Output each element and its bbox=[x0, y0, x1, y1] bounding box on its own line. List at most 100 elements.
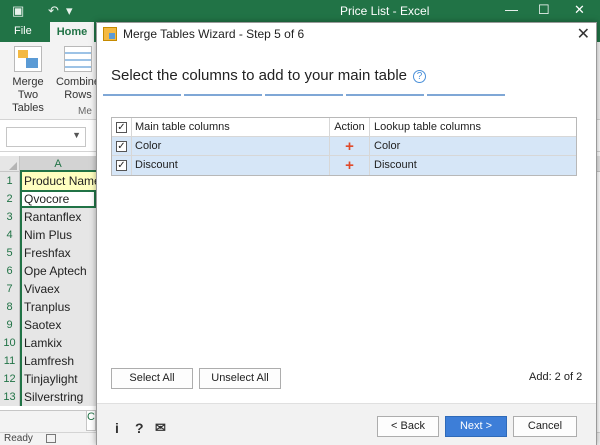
step-heading-text: Select the columns to add to your main t… bbox=[111, 67, 408, 84]
tab-file[interactable]: File bbox=[14, 25, 32, 37]
cell[interactable]: Rantanflex bbox=[20, 208, 96, 226]
save-icon[interactable]: ▣ bbox=[12, 3, 24, 19]
worksheet-row: 4 Nim Plus bbox=[0, 226, 96, 244]
column-header-a[interactable]: A bbox=[20, 156, 96, 172]
cell[interactable]: Ope Aptech bbox=[20, 262, 96, 280]
main-column-cell: Color bbox=[132, 137, 330, 156]
row-number[interactable]: 2 bbox=[0, 190, 20, 208]
restore-icon[interactable]: ☐ bbox=[538, 2, 550, 18]
row-number[interactable]: 13 bbox=[0, 388, 20, 406]
select-all-checkbox[interactable]: ✓ bbox=[116, 122, 127, 133]
column-mapping-row[interactable]: ✓ Discount + Discount bbox=[112, 156, 576, 175]
grid-header-row: ✓ Main table columns Action Lookup table… bbox=[112, 118, 576, 137]
sheet-tab[interactable]: C bbox=[86, 411, 96, 431]
status-text: Ready bbox=[4, 433, 33, 444]
name-box[interactable]: ▼ bbox=[6, 127, 86, 147]
worksheet-row: 13 Silverstring bbox=[0, 388, 96, 406]
window-title: Price List - Excel bbox=[340, 4, 430, 18]
ribbon-group-label: Me bbox=[78, 106, 92, 117]
header-action: Action bbox=[330, 118, 370, 137]
cell[interactable]: Lamkix bbox=[20, 334, 96, 352]
add-action-icon[interactable]: + bbox=[345, 138, 354, 155]
grid-body: ✓ Color + Color ✓ Discount + Discount bbox=[112, 137, 576, 175]
row-number[interactable]: 11 bbox=[0, 352, 20, 370]
cell[interactable]: Qvocore bbox=[20, 190, 96, 208]
cell[interactable]: Tranplus bbox=[20, 298, 96, 316]
two-tables-label: Two Tables bbox=[12, 89, 44, 114]
chevron-down-icon[interactable]: ▼ bbox=[72, 130, 81, 140]
question-icon[interactable]: ? bbox=[135, 420, 144, 436]
row-number[interactable]: 7 bbox=[0, 280, 20, 298]
row-number[interactable]: 4 bbox=[0, 226, 20, 244]
cell[interactable]: Freshfax bbox=[20, 244, 96, 262]
worksheet-rows: 1 Product Name 2 Qvocore 3 Rantanflex 4 Nim Plu… bbox=[0, 172, 96, 406]
merge-tables-dialog: Merge Tables Wizard - Step 5 of 6 ✕ Sele… bbox=[96, 22, 597, 445]
select-all-corner[interactable] bbox=[0, 156, 20, 172]
cell[interactable]: Tinjaylight bbox=[20, 370, 96, 388]
close-icon[interactable]: ✕ bbox=[574, 2, 585, 18]
cell[interactable]: Saotex bbox=[20, 316, 96, 334]
merge-label: Merge bbox=[12, 76, 44, 88]
worksheet-row: 10 Lamkix bbox=[0, 334, 96, 352]
worksheet-row: 11 Lamfresh bbox=[0, 352, 96, 370]
row-number[interactable]: 9 bbox=[0, 316, 20, 334]
worksheet-row: 5 Freshfax bbox=[0, 244, 96, 262]
macro-record-icon[interactable] bbox=[46, 434, 56, 443]
row-number[interactable]: 3 bbox=[0, 208, 20, 226]
sheet-tabs-area: C bbox=[0, 410, 96, 432]
row-number[interactable]: 5 bbox=[0, 244, 20, 262]
worksheet-row: 12 Tinjaylight bbox=[0, 370, 96, 388]
row-number[interactable]: 12 bbox=[0, 370, 20, 388]
undo-icon[interactable]: ↶ bbox=[48, 3, 59, 19]
merge-tables-icon bbox=[14, 46, 42, 72]
dialog-footer: i ? ✉ < Back Next > Cancel bbox=[97, 403, 596, 445]
merge-tables-app-icon bbox=[103, 27, 117, 41]
lookup-column-cell[interactable]: Color bbox=[370, 137, 576, 156]
row-number[interactable]: 1 bbox=[0, 172, 20, 190]
lookup-column-cell[interactable]: Discount bbox=[370, 156, 576, 175]
row-number[interactable]: 8 bbox=[0, 298, 20, 316]
excel-titlebar: ▣ ↶ ▾ Price List - Excel — ☐ ✕ bbox=[0, 0, 600, 22]
worksheet-row: 2 Qvocore bbox=[0, 190, 96, 208]
dialog-title: Merge Tables Wizard - Step 5 of 6 bbox=[123, 27, 305, 41]
cancel-button[interactable]: Cancel bbox=[513, 416, 577, 437]
dialog-titlebar: Merge Tables Wizard - Step 5 of 6 ✕ bbox=[97, 23, 596, 45]
cell[interactable]: Vivaex bbox=[20, 280, 96, 298]
minimize-icon[interactable]: — bbox=[505, 2, 518, 17]
back-button[interactable]: < Back bbox=[377, 416, 439, 437]
worksheet-row: 9 Saotex bbox=[0, 316, 96, 334]
next-button[interactable]: Next > bbox=[445, 416, 507, 437]
header-main-columns: Main table columns bbox=[132, 118, 330, 137]
help-icon[interactable]: ? bbox=[413, 70, 427, 83]
info-icon[interactable]: i bbox=[115, 420, 119, 436]
row-checkbox[interactable]: ✓ bbox=[116, 160, 127, 171]
unselect-all-button[interactable]: Unselect All bbox=[199, 368, 281, 389]
add-count-label: Add: 2 of 2 bbox=[529, 371, 583, 383]
select-all-button[interactable]: Select All bbox=[111, 368, 193, 389]
progress-step-segment bbox=[265, 94, 343, 96]
cell[interactable]: Lamfresh bbox=[20, 352, 96, 370]
dialog-close-icon[interactable]: ✕ bbox=[577, 24, 590, 44]
merge-two-tables-button[interactable]: Merge Two Tables bbox=[2, 46, 54, 115]
step-heading: Select the columns to add to your main t… bbox=[111, 67, 427, 84]
add-action-icon[interactable]: + bbox=[345, 157, 354, 174]
column-mapping-row[interactable]: ✓ Color + Color bbox=[112, 137, 576, 156]
header-lookup-columns: Lookup table columns bbox=[374, 121, 482, 133]
progress-step-segment bbox=[346, 94, 424, 96]
cell[interactable]: Silverstring bbox=[20, 388, 96, 406]
worksheet-row: 3 Rantanflex bbox=[0, 208, 96, 226]
row-number[interactable]: 10 bbox=[0, 334, 20, 352]
tab-home[interactable]: Home bbox=[50, 22, 94, 42]
columns-grid: ✓ Main table columns Action Lookup table… bbox=[111, 117, 577, 176]
row-number[interactable]: 6 bbox=[0, 262, 20, 280]
progress-step-segment bbox=[184, 94, 262, 96]
progress-step-segment bbox=[103, 94, 181, 96]
mail-icon[interactable]: ✉ bbox=[155, 420, 166, 436]
cell[interactable]: Product Name bbox=[20, 172, 96, 190]
combine-rows-icon bbox=[64, 46, 92, 72]
undo-dropdown-icon[interactable]: ▾ bbox=[66, 3, 73, 19]
worksheet-row: 6 Ope Aptech bbox=[0, 262, 96, 280]
row-checkbox[interactable]: ✓ bbox=[116, 141, 127, 152]
cell[interactable]: Nim Plus bbox=[20, 226, 96, 244]
main-column-cell: Discount bbox=[132, 156, 330, 175]
